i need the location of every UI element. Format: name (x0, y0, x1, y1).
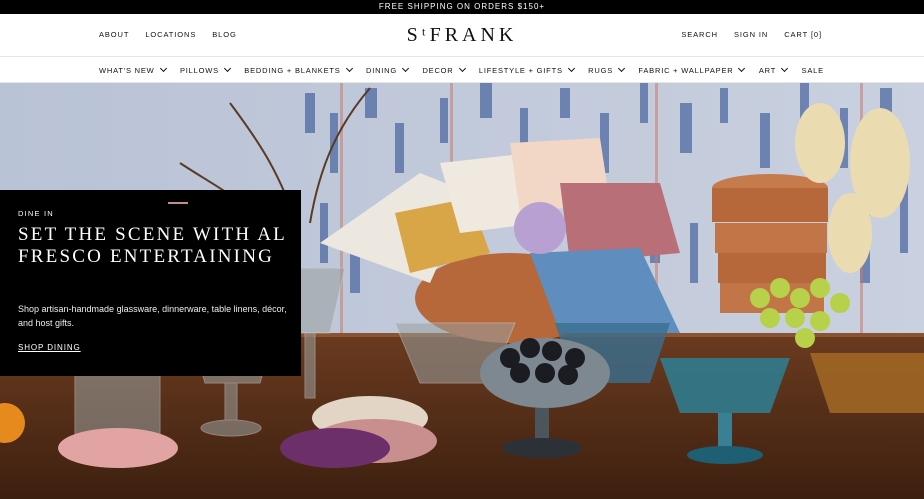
chevron-down-icon (781, 64, 789, 73)
nav-item-lifestyle-gifts[interactable]: LIFESTYLE + GIFTS (478, 64, 575, 75)
chevron-down-icon (738, 64, 746, 73)
announcement-text: FREE SHIPPING ON ORDERS $150+ (378, 2, 546, 11)
nav-item-label: BEDDING + BLANKETS (244, 65, 341, 75)
nav-item-art[interactable]: ART (758, 64, 789, 75)
hero-eyebrow: DINE IN (18, 209, 54, 218)
nav-item-label: DINING (365, 65, 398, 75)
chevron-down-icon (458, 64, 466, 73)
nav-item-label: PILLOWS (179, 65, 219, 75)
locations-link[interactable]: LOCATIONS (145, 30, 196, 39)
chevron-down-icon (567, 64, 575, 73)
cart-link[interactable]: CART [0] (784, 30, 822, 39)
accent-divider (168, 202, 188, 204)
nav-item-decor[interactable]: DECOR (422, 64, 466, 75)
search-link[interactable]: SEARCH (681, 30, 718, 39)
chevron-down-icon (223, 64, 231, 73)
chevron-down-icon (617, 64, 626, 73)
header-right-links: SEARCH SIGN IN CART [0] (681, 30, 822, 39)
hero-promo-panel: DINE IN SET THE SCENE WITH AL FRESCO ENT… (0, 190, 301, 376)
sign-in-link[interactable]: SIGN IN (734, 30, 768, 39)
nav-item-sale[interactable]: SALE (802, 66, 824, 75)
nav-item-label: ART (758, 65, 777, 75)
nav-item-label: RUGS (588, 65, 614, 75)
logo-text: SᵗFRANK (406, 24, 518, 46)
hero-banner[interactable]: DINE IN SET THE SCENE WITH AL FRESCO ENT… (0, 83, 924, 499)
nav-item-label: WHAT'S NEW (99, 65, 155, 75)
chevron-down-icon (345, 64, 353, 73)
chevron-down-icon (402, 64, 410, 73)
nav-item-rugs[interactable]: RUGS (588, 64, 626, 75)
main-nav: WHAT'S NEW PILLOWS BEDDING + BLANKETS DININ… (0, 57, 924, 83)
nav-item-what-s-new[interactable]: WHAT'S NEW (99, 64, 167, 75)
hero-headline: SET THE SCENE WITH AL FRESCO ENTERTAININ… (18, 224, 287, 267)
site-header: ABOUT LOCATIONS BLOG SᵗFRANK SEARCH SIGN… (0, 14, 924, 57)
chevron-down-icon (159, 64, 167, 73)
nav-item-pillows[interactable]: PILLOWS (179, 64, 231, 75)
header-left-links: ABOUT LOCATIONS BLOG (99, 30, 237, 39)
about-link[interactable]: ABOUT (99, 30, 129, 39)
blog-link[interactable]: BLOG (212, 30, 236, 39)
shop-dining-link[interactable]: SHOP DINING (18, 343, 81, 352)
nav-item-label: DECOR (422, 65, 454, 75)
nav-item-label: FABRIC + WALLPAPER (638, 65, 734, 75)
site-logo[interactable]: SᵗFRANK (398, 24, 526, 46)
announcement-bar: FREE SHIPPING ON ORDERS $150+ (0, 0, 924, 14)
nav-item-label: SALE (801, 65, 824, 75)
nav-items: WHAT'S NEW PILLOWS BEDDING + BLANKETS DININ… (99, 57, 824, 83)
nav-item-bedding-blankets[interactable]: BEDDING + BLANKETS (244, 64, 353, 75)
nav-item-dining[interactable]: DINING (365, 64, 410, 75)
hero-description: Shop artisan-handmade glassware, dinnerw… (18, 304, 287, 328)
nav-item-fabric-wallpaper[interactable]: FABRIC + WALLPAPER (638, 64, 746, 75)
nav-item-label: LIFESTYLE + GIFTS (478, 65, 563, 75)
